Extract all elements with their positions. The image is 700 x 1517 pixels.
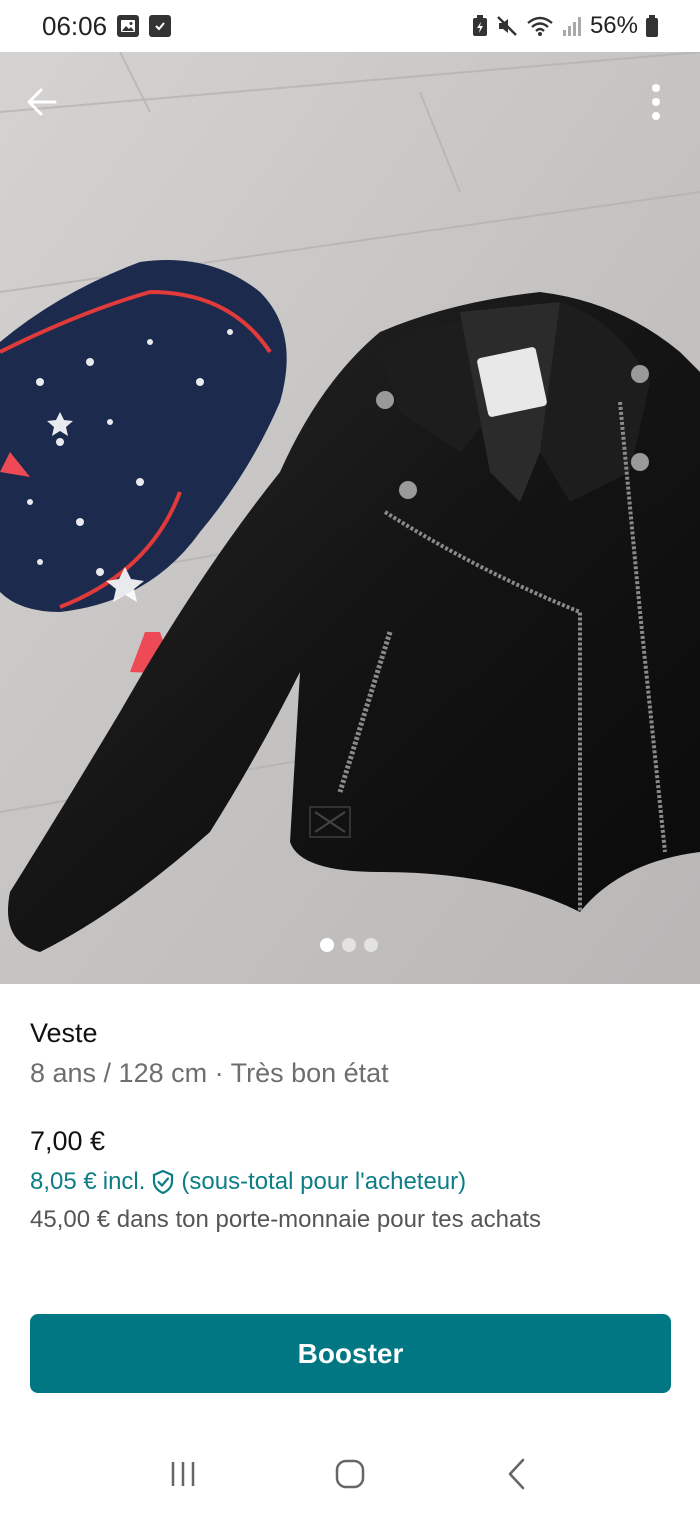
checkbox-icon bbox=[149, 15, 172, 37]
system-back-button[interactable] bbox=[487, 1444, 547, 1504]
buyer-price-incl: incl. bbox=[102, 1168, 146, 1195]
product-photo-image bbox=[0, 52, 700, 984]
product-photo[interactable] bbox=[0, 52, 700, 984]
buyer-price-row[interactable]: 8,05 € incl. (sous-total pour l'acheteur… bbox=[30, 1168, 466, 1196]
gallery-icon bbox=[117, 15, 140, 37]
back-button[interactable] bbox=[20, 80, 64, 124]
status-time: 06:06 bbox=[42, 10, 108, 41]
recent-apps-icon bbox=[172, 1461, 195, 1486]
mute-icon bbox=[497, 16, 517, 36]
more-vertical-icon bbox=[652, 84, 660, 120]
battery-saver-icon bbox=[472, 15, 487, 36]
carousel-dot-3[interactable] bbox=[364, 938, 378, 952]
battery-percent: 56% bbox=[589, 12, 638, 39]
booster-button[interactable]: Booster bbox=[30, 1314, 671, 1393]
buyer-price-note: (sous-total pour l'acheteur) bbox=[181, 1168, 467, 1195]
status-bar: 06:06 56% bbox=[0, 0, 700, 52]
item-price: 7,00 € bbox=[30, 1126, 106, 1156]
home-button[interactable] bbox=[320, 1444, 380, 1504]
item-title: Veste bbox=[30, 1018, 98, 1048]
carousel-dot-2[interactable] bbox=[342, 938, 356, 952]
shield-check-icon bbox=[153, 1169, 174, 1195]
carousel-dot-1[interactable] bbox=[320, 938, 334, 952]
back-icon bbox=[508, 1458, 524, 1489]
arrow-left-icon bbox=[27, 88, 57, 116]
buyer-price: 8,05 € bbox=[30, 1168, 97, 1195]
signal-icon bbox=[562, 17, 581, 36]
battery-icon bbox=[646, 15, 658, 37]
item-size-condition: 8 ans / 128 cm · Très bon état bbox=[30, 1058, 389, 1088]
system-nav-bar bbox=[0, 1430, 700, 1517]
home-icon bbox=[335, 1459, 365, 1488]
status-left: 06:06 bbox=[42, 10, 172, 42]
wifi-icon bbox=[527, 16, 553, 36]
recent-apps-button[interactable] bbox=[153, 1444, 213, 1504]
carousel-indicator bbox=[320, 938, 378, 952]
wallet-balance-text: 45,00 € dans ton porte-monnaie pour tes … bbox=[30, 1206, 542, 1233]
more-options-button[interactable] bbox=[634, 80, 678, 124]
status-right: 56% bbox=[472, 12, 658, 40]
